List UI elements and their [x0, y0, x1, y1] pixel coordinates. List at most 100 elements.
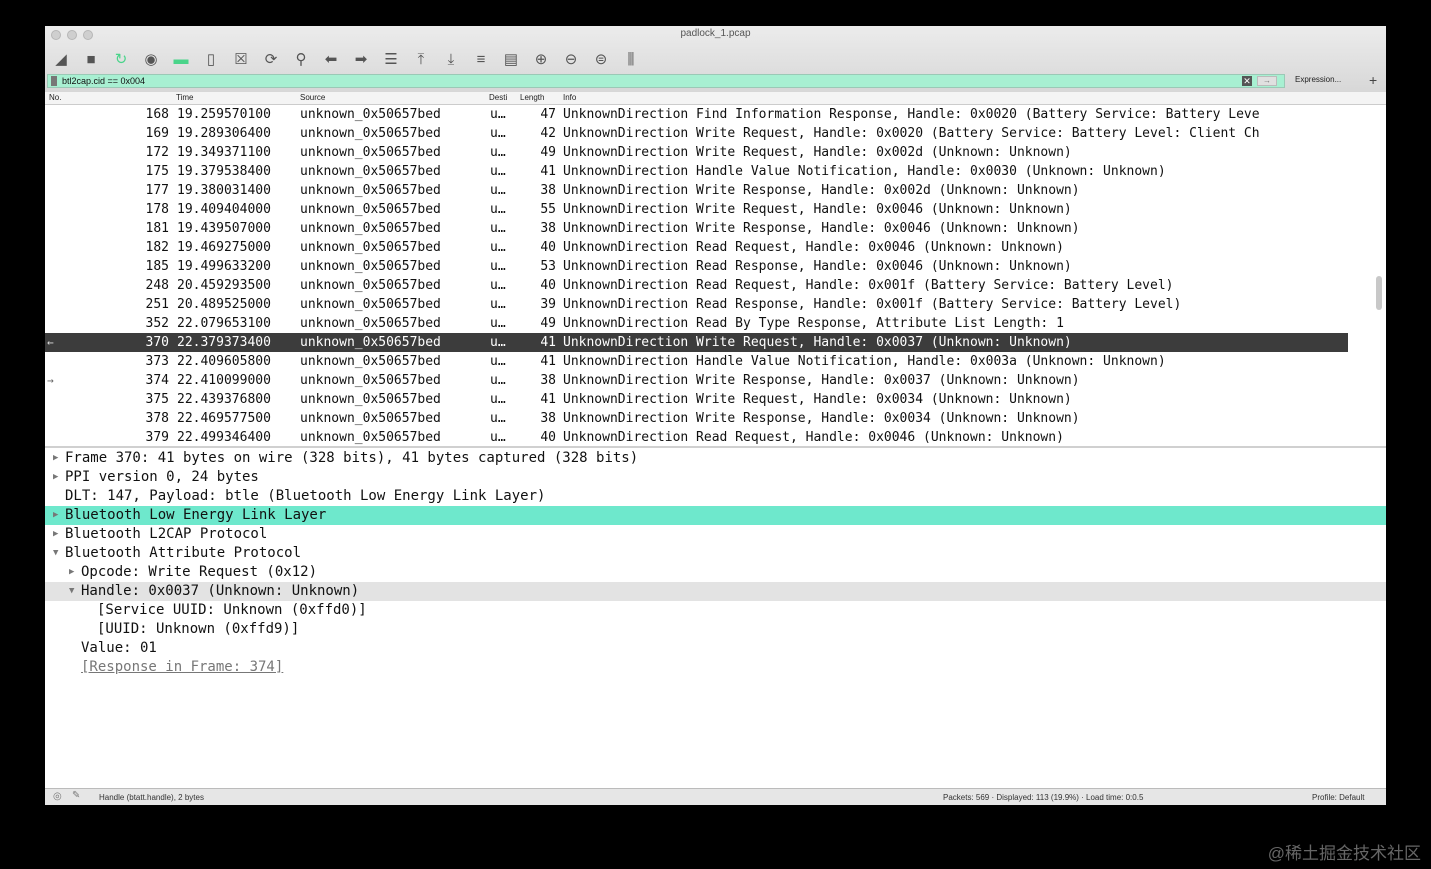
last-packet-icon[interactable]: ⤓ [439, 48, 463, 70]
status-profile[interactable]: Profile: Default [1312, 793, 1364, 802]
packet-source: unknown_0x50657bed [300, 259, 441, 274]
column-header-info[interactable]: Info [563, 93, 576, 102]
packet-destination: u… [490, 316, 506, 331]
collapse-triangle-icon[interactable]: ▼ [53, 544, 58, 563]
clear-filter-icon[interactable]: ✕ [1242, 76, 1252, 86]
detail-tree-item[interactable]: DLT: 147, Payload: btle (Bluetooth Low E… [45, 487, 1386, 506]
autoscroll-icon[interactable]: ≡ [469, 48, 493, 70]
packet-length: 41 [540, 354, 556, 369]
packet-list-header: No. Time Source Desti Length Info [45, 92, 1386, 105]
packet-source: unknown_0x50657bed [300, 430, 441, 445]
go-forward-icon[interactable]: ➡ [349, 48, 373, 70]
packet-row[interactable]: 373 22.409605800 unknown_0x50657bed u… 41 Unk… [45, 352, 1348, 371]
packet-length: 41 [540, 392, 556, 407]
zoom-reset-icon[interactable]: ⊜ [589, 48, 613, 70]
status-bar: ◎ ✎ Handle (btatt.handle), 2 bytes Packe… [45, 788, 1386, 805]
close-file-icon[interactable]: ☒ [229, 48, 253, 70]
restart-icon[interactable]: ↻ [109, 48, 133, 70]
open-folder-icon[interactable]: ▬ [169, 48, 193, 70]
packet-row[interactable]: 178 19.409404000 unknown_0x50657bed u… 55 Unk… [45, 200, 1348, 219]
packet-list[interactable]: 168 19.259570100 unknown_0x50657bed u… 47 Unk… [45, 105, 1386, 446]
detail-tree-item[interactable]: ▼ Handle: 0x0037 (Unknown: Unknown) [45, 582, 1386, 601]
expert-info-icon[interactable]: ◎ [53, 791, 62, 802]
detail-tree-label: [UUID: Unknown (0xffd9)] [97, 621, 300, 637]
collapse-triangle-icon[interactable]: ▼ [69, 582, 74, 601]
packet-row[interactable]: 169 19.289306400 unknown_0x50657bed u… 42 Unk… [45, 124, 1348, 143]
packet-length: 47 [540, 107, 556, 122]
packet-row[interactable]: 172 19.349371100 unknown_0x50657bed u… 49 Unk… [45, 143, 1348, 162]
packet-row[interactable]: 379 22.499346400 unknown_0x50657bed u… 40 Unk… [45, 428, 1348, 446]
column-header-source[interactable]: Source [300, 93, 325, 102]
packet-row[interactable]: 182 19.469275000 unknown_0x50657bed u… 40 Unk… [45, 238, 1348, 257]
resize-columns-icon[interactable]: ⫼ [619, 48, 643, 70]
packet-list-scrollbar[interactable] [1376, 276, 1382, 310]
packet-row[interactable]: 352 22.079653100 unknown_0x50657bed u… 49 Unk… [45, 314, 1348, 333]
zoom-in-icon[interactable]: ⊕ [529, 48, 553, 70]
detail-tree-item[interactable]: [Response in Frame: 374] [45, 658, 1386, 677]
detail-tree-item[interactable]: [Service UUID: Unknown (0xffd0)] [45, 601, 1386, 620]
packet-destination: u… [490, 354, 506, 369]
apply-filter-icon[interactable]: → [1257, 76, 1277, 86]
column-header-length[interactable]: Length [520, 93, 544, 102]
packet-row[interactable]: 374 22.410099000 unknown_0x50657bed u… 38 Unk… [45, 371, 1348, 390]
packet-row[interactable]: 175 19.379538400 unknown_0x50657bed u… 41 Unk… [45, 162, 1348, 181]
packet-row[interactable]: 177 19.380031400 unknown_0x50657bed u… 38 Unk… [45, 181, 1348, 200]
comment-icon[interactable]: ✎ [72, 790, 80, 801]
go-to-packet-icon[interactable]: ☰ [379, 48, 403, 70]
related-packet-arrow-icon: → [47, 374, 54, 387]
packet-row[interactable]: 251 20.489525000 unknown_0x50657bed u… 39 Unk… [45, 295, 1348, 314]
colorize-icon[interactable]: ▤ [499, 48, 523, 70]
detail-tree-item[interactable]: [UUID: Unknown (0xffd9)] [45, 620, 1386, 639]
packet-no: 181 [145, 221, 169, 236]
packet-source: unknown_0x50657bed [300, 392, 441, 407]
packet-row[interactable]: 185 19.499633200 unknown_0x50657bed u… 53 Unk… [45, 257, 1348, 276]
detail-tree-item[interactable]: ▶ Bluetooth L2CAP Protocol [45, 525, 1386, 544]
expand-triangle-icon[interactable]: ▶ [53, 449, 58, 468]
expression-button[interactable]: Expression... [1295, 75, 1341, 84]
detail-tree-item[interactable]: ▶ Frame 370: 41 bytes on wire (328 bits),… [45, 449, 1386, 468]
packet-no: 352 [145, 316, 169, 331]
bookmark-icon[interactable] [51, 76, 57, 86]
packet-time: 19.499633200 [177, 259, 271, 274]
packet-info: UnknownDirection Handle Value Notificati… [563, 164, 1166, 179]
packet-info: UnknownDirection Read Request, Handle: 0… [563, 430, 1064, 445]
shark-fin-icon[interactable]: ◢ [49, 48, 73, 70]
expand-triangle-icon[interactable]: ▶ [69, 563, 74, 582]
packet-row-selected[interactable]: 370 22.379373400 unknown_0x50657bed u… 41 Unk… [45, 333, 1348, 352]
find-icon[interactable]: ⚲ [289, 48, 313, 70]
column-header-no[interactable]: No. [49, 93, 61, 102]
packet-row[interactable]: 248 20.459293500 unknown_0x50657bed u… 40 Unk… [45, 276, 1348, 295]
reload-icon[interactable]: ⟳ [259, 48, 283, 70]
column-header-time[interactable]: Time [176, 93, 193, 102]
detail-tree-item[interactable]: ▶ Opcode: Write Request (0x12) [45, 563, 1386, 582]
detail-tree-label: DLT: 147, Payload: btle (Bluetooth Low E… [65, 488, 546, 504]
packet-no: 373 [145, 354, 169, 369]
column-header-destination[interactable]: Desti [489, 93, 507, 102]
detail-tree-item[interactable]: ▶ PPI version 0, 24 bytes [45, 468, 1386, 487]
packet-no: 251 [145, 297, 169, 312]
packet-row[interactable]: 375 22.439376800 unknown_0x50657bed u… 41 Unk… [45, 390, 1348, 409]
packet-destination: u… [490, 297, 506, 312]
display-filter-input[interactable] [47, 74, 1285, 88]
packet-details-tree[interactable]: ▶ Frame 370: 41 bytes on wire (328 bits),… [45, 446, 1386, 788]
expand-triangle-icon[interactable]: ▶ [53, 468, 58, 487]
go-back-icon[interactable]: ⬅ [319, 48, 343, 70]
options-icon[interactable]: ◉ [139, 48, 163, 70]
response-frame-link[interactable]: [Response in Frame: 374] [81, 658, 283, 677]
detail-tree-label: Bluetooth Attribute Protocol [65, 545, 302, 561]
first-packet-icon[interactable]: ⤒ [409, 48, 433, 70]
packet-row[interactable]: 181 19.439507000 unknown_0x50657bed u… 38 Unk… [45, 219, 1348, 238]
detail-tree-item[interactable]: Value: 01 [45, 639, 1386, 658]
packet-row[interactable]: 168 19.259570100 unknown_0x50657bed u… 47 Unk… [45, 105, 1348, 124]
packet-row[interactable]: 378 22.469577500 unknown_0x50657bed u… 38 Unk… [45, 409, 1348, 428]
zoom-out-icon[interactable]: ⊖ [559, 48, 583, 70]
expand-triangle-icon[interactable]: ▶ [53, 525, 58, 544]
expand-triangle-icon[interactable]: ▶ [53, 506, 58, 525]
detail-tree-item[interactable]: ▼ Bluetooth Attribute Protocol [45, 544, 1386, 563]
add-filter-button[interactable]: + [1369, 72, 1377, 88]
stop-icon[interactable]: ■ [79, 48, 103, 70]
save-icon[interactable]: ▯ [199, 48, 223, 70]
packet-no: 248 [145, 278, 169, 293]
detail-tree-item[interactable]: ▶ Bluetooth Low Energy Link Layer [45, 506, 1386, 525]
packet-no: 375 [145, 392, 169, 407]
